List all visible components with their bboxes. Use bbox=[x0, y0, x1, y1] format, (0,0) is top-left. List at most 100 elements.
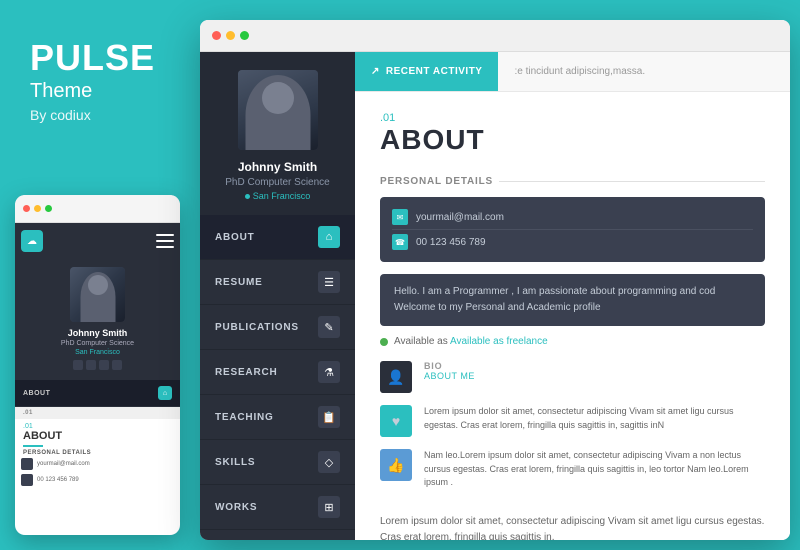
nav-skills-icon: ◇ bbox=[318, 451, 340, 473]
nav-resume-label: RESUME bbox=[215, 277, 263, 288]
nav-works-icon: ⊞ bbox=[318, 496, 340, 518]
mobile-social-tw bbox=[86, 360, 96, 370]
main-content: ↗ RECENT ACTIVITY :e tincidunt adipiscin… bbox=[355, 52, 790, 540]
phone-row: ☎ 00 123 456 789 bbox=[392, 229, 753, 254]
bio-section-2: ♥ Lorem ipsum dolor sit amet, consectetu… bbox=[380, 405, 765, 437]
available-highlight: Available as freelance bbox=[450, 336, 548, 347]
mobile-header: ☁ bbox=[15, 223, 180, 259]
nav-publications-label: PUBLICATIONS bbox=[215, 322, 299, 333]
sidebar-item-about[interactable]: ABOUT ⌂ bbox=[200, 215, 355, 260]
bio-blue-icon: 👍 bbox=[380, 449, 412, 481]
available-text: Available as Available as freelance bbox=[394, 336, 548, 347]
mobile-phone-text: 00 123 456 789 bbox=[37, 477, 79, 483]
mobile-email-text: yourmail@mail.com bbox=[37, 461, 90, 467]
bio-section: 👤 BIO ABOUT ME bbox=[380, 361, 765, 393]
bio-content-2: Lorem ipsum dolor sit amet, consectetur … bbox=[424, 405, 765, 437]
content-top-bar: ↗ RECENT ACTIVITY :e tincidunt adipiscin… bbox=[355, 52, 790, 92]
nav-about-icon: ⌂ bbox=[318, 226, 340, 248]
content-body: .01 ABOUT PERSONAL DETAILS ✉ yourmail@ma… bbox=[355, 92, 790, 540]
bio-sublabel: ABOUT ME bbox=[424, 371, 765, 381]
available-badge: Available as Available as freelance bbox=[380, 336, 765, 347]
mobile-social-icons bbox=[73, 360, 122, 370]
desktop-dot-red bbox=[212, 31, 221, 40]
mobile-email-icon bbox=[21, 458, 33, 470]
mobile-dot-red bbox=[23, 205, 30, 212]
hello-text-line1: Hello. I am a Programmer , I am passiona… bbox=[394, 284, 751, 300]
bio-text-1: Lorem ipsum dolor sit amet, consectetur … bbox=[424, 405, 765, 432]
sidebar-avatar-image bbox=[238, 70, 318, 150]
sidebar-item-skills[interactable]: SKILLS ◇ bbox=[200, 440, 355, 485]
sidebar-name: Johnny Smith bbox=[238, 160, 317, 174]
sidebar-item-resume[interactable]: RESUME ☰ bbox=[200, 260, 355, 305]
mobile-email-row: yourmail@mail.com bbox=[15, 456, 180, 472]
mobile-cloud-icon: ☁ bbox=[21, 230, 43, 252]
nav-skills-label: SKILLS bbox=[215, 457, 255, 468]
section-num: .01 bbox=[380, 112, 765, 124]
mobile-about-num-display: .01 bbox=[15, 419, 180, 430]
brand-subtitle: Theme bbox=[30, 80, 155, 103]
mobile-preview: ☁ Johnny Smith PhD Computer Science San … bbox=[15, 195, 180, 535]
bio-text-2: Nam leo.Lorem ipsum dolor sit amet, cons… bbox=[424, 449, 765, 490]
mobile-nav-about-icon: ⌂ bbox=[158, 386, 172, 400]
mobile-location: San Francisco bbox=[75, 349, 120, 356]
brand-title: PULSE bbox=[30, 40, 155, 76]
bio-content-3: Nam leo.Lorem ipsum dolor sit amet, cons… bbox=[424, 449, 765, 490]
email-text: yourmail@mail.com bbox=[416, 212, 504, 223]
mobile-section-label: .01 bbox=[15, 407, 180, 419]
nav-teaching-icon: 📋 bbox=[318, 406, 340, 428]
section-title: ABOUT bbox=[380, 126, 765, 154]
sidebar-item-publications[interactable]: PUBLICATIONS ✎ bbox=[200, 305, 355, 350]
nav-resume-icon: ☰ bbox=[318, 271, 340, 293]
personal-details-label: PERSONAL DETAILS bbox=[380, 176, 765, 187]
recent-activity-label: RECENT ACTIVITY bbox=[386, 66, 483, 77]
mobile-avatar bbox=[70, 267, 125, 322]
mobile-content: ☁ Johnny Smith PhD Computer Science San … bbox=[15, 223, 180, 535]
mobile-avatar-face bbox=[70, 267, 125, 322]
mobile-phone-row: 00 123 456 789 bbox=[15, 472, 180, 488]
nav-teaching-label: TEACHING bbox=[215, 412, 274, 423]
mobile-about-num: .01 bbox=[23, 410, 33, 416]
branding-block: PULSE Theme By codiux bbox=[30, 40, 155, 123]
bio-person-icon: 👤 bbox=[380, 361, 412, 393]
mobile-about-title: ABOUT bbox=[15, 430, 180, 442]
hello-text-line2: Welcome to my Personal and Academic prof… bbox=[394, 300, 751, 316]
bio-content: BIO ABOUT ME bbox=[424, 361, 765, 393]
sidebar-location: San Francisco bbox=[245, 191, 311, 201]
mobile-social-fb bbox=[73, 360, 83, 370]
nav-about-label: ABOUT bbox=[215, 232, 255, 243]
sidebar-item-research[interactable]: RESEARCH ⚗ bbox=[200, 350, 355, 395]
recent-activity-tab[interactable]: ↗ RECENT ACTIVITY bbox=[355, 52, 498, 91]
nav-works-label: WORKS bbox=[215, 502, 257, 513]
sidebar-degree: PhD Computer Science bbox=[225, 177, 330, 188]
mobile-nav-about-label: ABOUT bbox=[23, 390, 50, 397]
sidebar-avatar bbox=[238, 70, 318, 150]
sidebar-nav: ABOUT ⌂ RESUME ☰ PUBLICATIONS ✎ RESEARCH… bbox=[200, 215, 355, 540]
mobile-nav-about[interactable]: ABOUT ⌂ bbox=[15, 380, 180, 407]
desktop-top-bar bbox=[200, 20, 790, 52]
desktop-dot-yellow bbox=[226, 31, 235, 40]
mobile-social-li bbox=[112, 360, 122, 370]
phone-icon: ☎ bbox=[392, 234, 408, 250]
sidebar-location-text: San Francisco bbox=[253, 191, 311, 201]
email-row: ✉ yourmail@mail.com bbox=[392, 205, 753, 229]
desktop-preview: Johnny Smith PhD Computer Science San Fr… bbox=[200, 20, 790, 540]
mobile-phone-icon bbox=[21, 474, 33, 486]
sidebar-item-blog[interactable]: BLOG 📢 bbox=[200, 530, 355, 540]
mobile-hamburger-icon[interactable] bbox=[156, 234, 174, 248]
mobile-degree: PhD Computer Science bbox=[61, 340, 134, 347]
mobile-social-gp bbox=[99, 360, 109, 370]
sidebar-item-works[interactable]: WORKS ⊞ bbox=[200, 485, 355, 530]
mobile-name: Johnny Smith bbox=[68, 328, 128, 338]
hello-box: Hello. I am a Programmer , I am passiona… bbox=[380, 274, 765, 326]
mobile-dot-yellow bbox=[34, 205, 41, 212]
desktop-body: Johnny Smith PhD Computer Science San Fr… bbox=[200, 52, 790, 540]
sidebar: Johnny Smith PhD Computer Science San Fr… bbox=[200, 52, 355, 540]
nav-research-label: RESEARCH bbox=[215, 367, 278, 378]
mobile-dot-green bbox=[45, 205, 52, 212]
mobile-divider bbox=[23, 445, 43, 447]
activity-icon: ↗ bbox=[371, 66, 380, 77]
nav-research-icon: ⚗ bbox=[318, 361, 340, 383]
location-icon bbox=[245, 194, 250, 199]
desktop-dot-green bbox=[240, 31, 249, 40]
sidebar-item-teaching[interactable]: TEACHING 📋 bbox=[200, 395, 355, 440]
